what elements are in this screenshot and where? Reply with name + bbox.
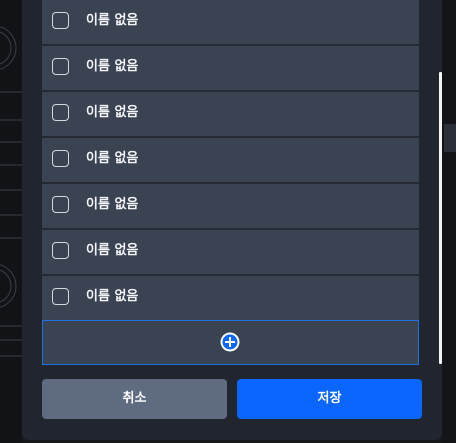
background-left-panel: [0, 0, 22, 443]
item-checkbox[interactable]: [52, 196, 69, 213]
modal-dialog: 이름 없음 이름 없음 이름 없음 이름 없음 이름 없음 이름 없음 이름 없…: [22, 0, 442, 440]
item-checkbox[interactable]: [52, 12, 69, 29]
item-checkbox[interactable]: [52, 104, 69, 121]
add-item-button[interactable]: [42, 320, 419, 365]
list-item[interactable]: 이름 없음: [42, 276, 419, 322]
list-item[interactable]: 이름 없음: [42, 92, 419, 138]
list-item[interactable]: 이름 없음: [42, 230, 419, 276]
background-tab: [444, 124, 456, 152]
list-item[interactable]: 이름 없음: [42, 46, 419, 92]
item-checkbox[interactable]: [52, 288, 69, 305]
item-label: 이름 없음: [86, 59, 139, 74]
item-label: 이름 없음: [86, 105, 139, 120]
list-item[interactable]: 이름 없음: [42, 184, 419, 230]
item-list: 이름 없음 이름 없음 이름 없음 이름 없음 이름 없음 이름 없음 이름 없…: [42, 0, 419, 322]
list-item[interactable]: 이름 없음: [42, 138, 419, 184]
cancel-button[interactable]: 취소: [42, 379, 227, 419]
item-label: 이름 없음: [86, 243, 139, 258]
item-checkbox[interactable]: [52, 150, 69, 167]
item-checkbox[interactable]: [52, 242, 69, 259]
item-label: 이름 없음: [86, 289, 139, 304]
item-checkbox[interactable]: [52, 58, 69, 75]
list-item[interactable]: 이름 없음: [42, 0, 419, 46]
item-label: 이름 없음: [86, 151, 139, 166]
plus-circle-icon[interactable]: [220, 332, 240, 352]
scrollbar[interactable]: [439, 72, 442, 364]
item-label: 이름 없음: [86, 197, 139, 212]
background-decoration: [0, 26, 22, 357]
item-label: 이름 없음: [86, 13, 139, 28]
save-button[interactable]: 저장: [237, 379, 422, 419]
background-right-panel: [442, 0, 456, 443]
